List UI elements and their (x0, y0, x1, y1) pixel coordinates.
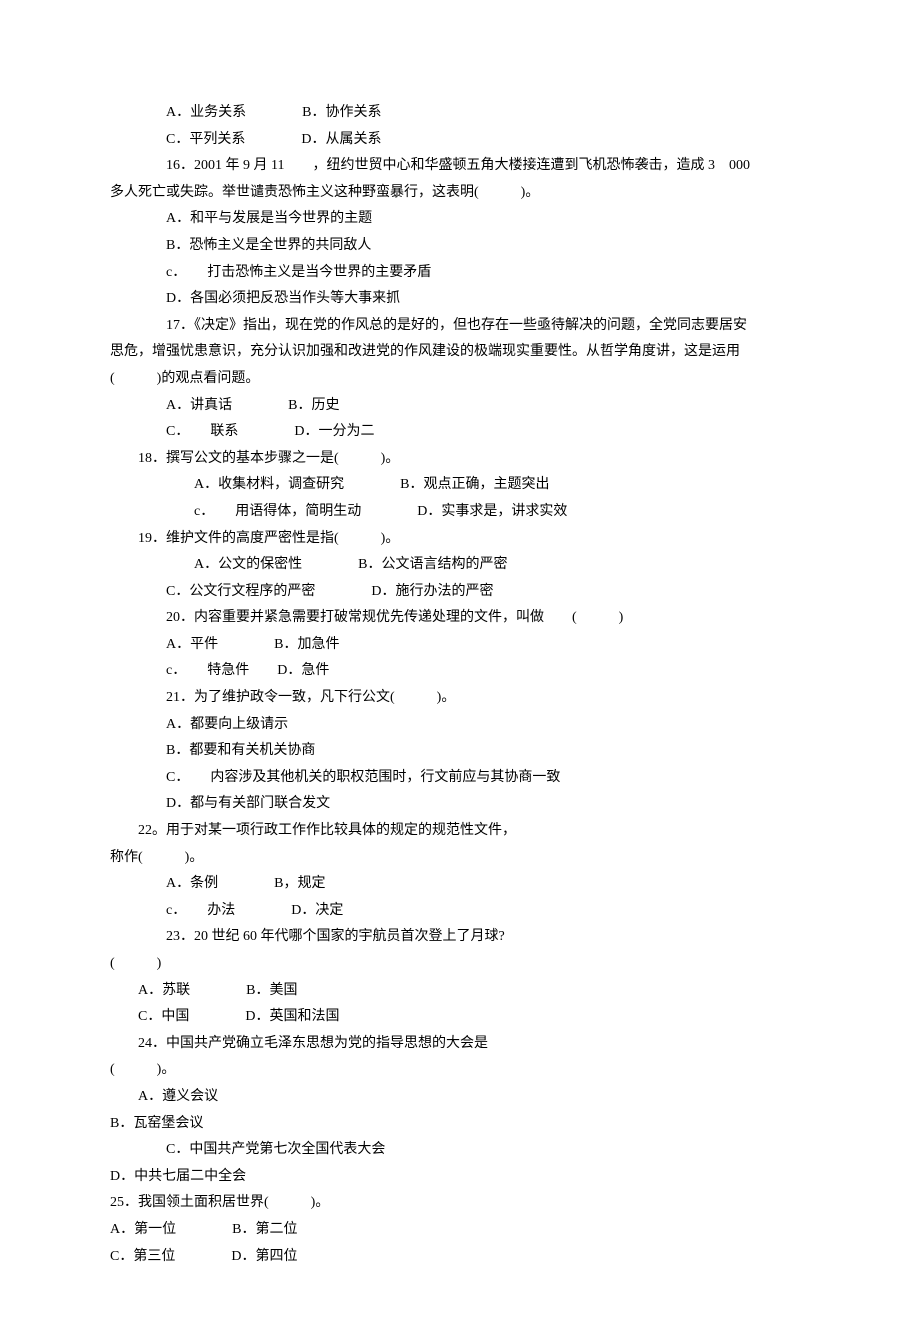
text-line: C．第三位 D．第四位 (110, 1244, 810, 1271)
text-line: c． 特急件 D．急件 (110, 658, 810, 685)
text-line: A．第一位 B．第二位 (110, 1217, 810, 1244)
text-line: A．收集材料，调查研究 B．观点正确，主题突出 (110, 472, 810, 499)
text-line: 18．撰写公文的基本步骤之一是( )。 (110, 446, 810, 473)
text-line: c． 用语得体，简明生动 D．实事求是，讲求实效 (110, 499, 810, 526)
text-line: C．中国共产党第七次全国代表大会 (110, 1137, 810, 1164)
text-line: A．苏联 B．美国 (110, 978, 810, 1005)
text-line: 21．为了维护政令一致，凡下行公文( )。 (110, 685, 810, 712)
text-line: A．和平与发展是当今世界的主题 (110, 206, 810, 233)
text-line: A．都要向上级请示 (110, 712, 810, 739)
text-line: 称作( )。 (110, 845, 810, 872)
text-line: B．瓦窑堡会议 (110, 1111, 810, 1138)
text-line: D．中共七届二中全会 (110, 1164, 810, 1191)
text-line: ( ) (110, 951, 810, 978)
text-line: A．条例 B，规定 (110, 871, 810, 898)
text-line: 17．《决定》指出，现在党的作风总的是好的，但也存在一些亟待解决的问题，全党同志… (110, 313, 810, 340)
text-line: c． 办法 D．决定 (110, 898, 810, 925)
text-line: A．平件 B．加急件 (110, 632, 810, 659)
text-line: C． 联系 D．一分为二 (110, 419, 810, 446)
text-line: 23．20 世纪 60 年代哪个国家的宇航员首次登上了月球? (110, 924, 810, 951)
text-line: c． 打击恐怖主义是当今世界的主要矛盾 (110, 260, 810, 287)
text-line: 16．2001 年 9 月 11 ，纽约世贸中心和华盛顿五角大楼接连遭到飞机恐怖… (110, 153, 810, 180)
text-line: 22。用于对某一项行政工作作比较具体的规定的规范性文件， (110, 818, 810, 845)
text-line: 20．内容重要并紧急需要打破常规优先传递处理的文件，叫做 ( ) (110, 605, 810, 632)
text-line: C． 内容涉及其他机关的职权范围时，行文前应与其协商一致 (110, 765, 810, 792)
text-line: A．遵义会议 (110, 1084, 810, 1111)
text-line: C．公文行文程序的严密 D．施行办法的严密 (110, 579, 810, 606)
text-line: 19．维护文件的高度严密性是指( )。 (110, 526, 810, 553)
text-line: 24．中国共产党确立毛泽东思想为党的指导思想的大会是 (110, 1031, 810, 1058)
document-body: A．业务关系 B．协作关系C．平列关系 D．从属关系16．2001 年 9 月 … (110, 100, 810, 1270)
text-line: 多人死亡或失踪。举世谴责恐怖主义这种野蛮暴行，这表明( )。 (110, 180, 810, 207)
text-line: ( )的观点看问题。 (110, 366, 810, 393)
text-line: B．恐怖主义是全世界的共同敌人 (110, 233, 810, 260)
text-line: A．业务关系 B．协作关系 (110, 100, 810, 127)
text-line: C．平列关系 D．从属关系 (110, 127, 810, 154)
text-line: 思危，增强忧患意识，充分认识加强和改进党的作风建设的极端现实重要性。从哲学角度讲… (110, 339, 810, 366)
text-line: ( )。 (110, 1057, 810, 1084)
text-line: C．中国 D．英国和法国 (110, 1004, 810, 1031)
text-line: A．讲真话 B．历史 (110, 393, 810, 420)
text-line: A．公文的保密性 B．公文语言结构的严密 (110, 552, 810, 579)
text-line: 25．我国领土面积居世界( )。 (110, 1190, 810, 1217)
text-line: D．都与有关部门联合发文 (110, 791, 810, 818)
text-line: D．各国必须把反恐当作头等大事来抓 (110, 286, 810, 313)
text-line: B．都要和有关机关协商 (110, 738, 810, 765)
